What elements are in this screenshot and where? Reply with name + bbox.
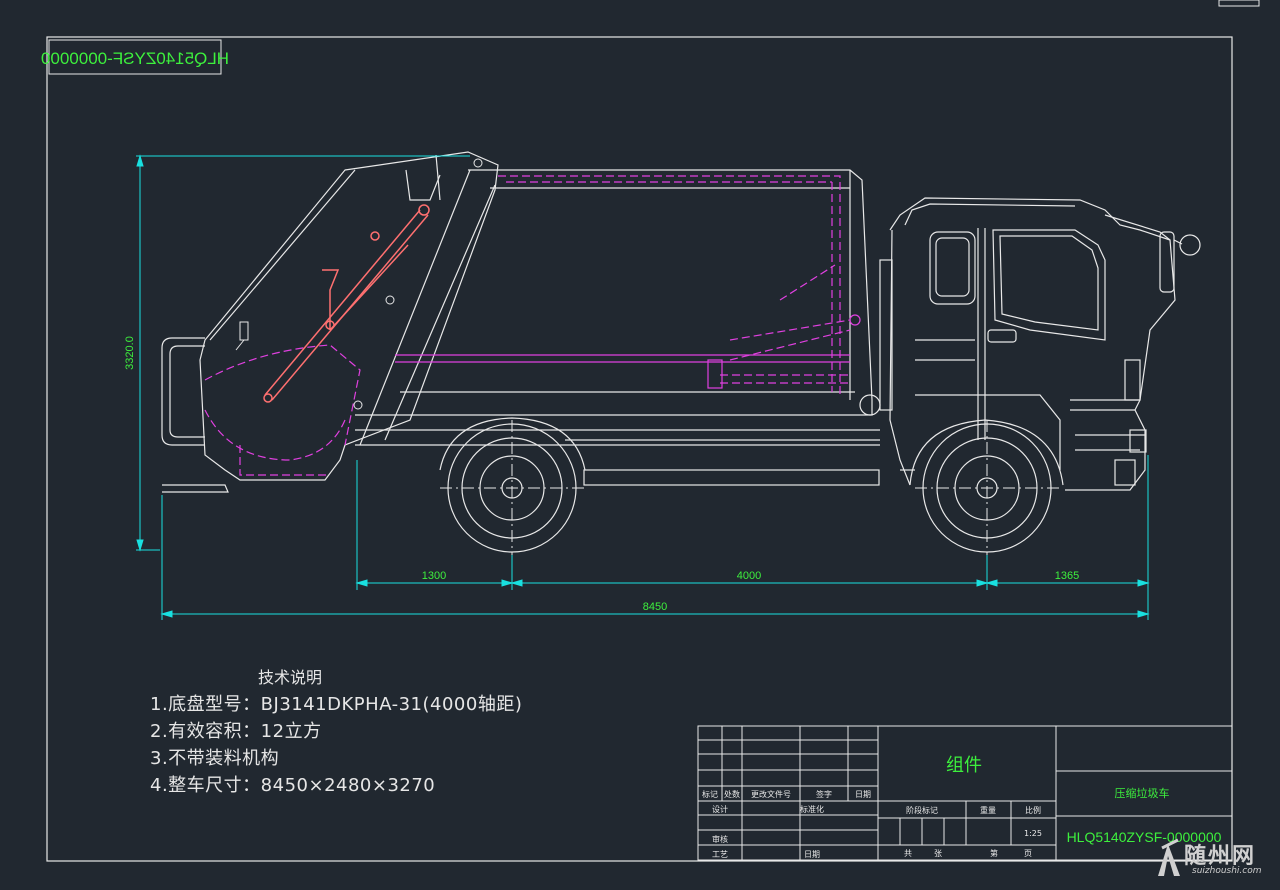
frame-code-text: HLQ5140ZYSF-0000000 [41, 49, 229, 68]
ratio-label: 比例 [1025, 805, 1041, 815]
dim-height: 3320.0 [124, 336, 136, 370]
rev-header-sign: 签字 [816, 789, 832, 799]
watermark-url: suizhoushi.com [1192, 866, 1262, 876]
scale-value: 1:25 [1024, 829, 1042, 838]
watermark-logo-icon [1158, 838, 1180, 876]
total-label: 共 [904, 849, 912, 858]
stage-mark-label: 阶段标记 [906, 805, 938, 815]
design-label: 设计 [712, 804, 728, 814]
dim-wheelbase: 4000 [737, 570, 761, 582]
frame-code-box: HLQ5140ZYSF-0000000 [41, 39, 229, 75]
process-label: 工艺 [712, 850, 728, 859]
hydraulic-cylinders [263, 204, 430, 403]
sheet-label: 张 [934, 849, 942, 858]
page-label: 页 [1024, 849, 1032, 858]
note-item-chassis: 1.底盘型号：BJ3141DKPHA-31(4000轴距) [150, 694, 523, 715]
standardization-label: 标准化 [800, 804, 824, 814]
product-name: 压缩垃圾车 [1115, 786, 1170, 800]
dim-overall-length: 8450 [643, 601, 667, 613]
dimension-lines [136, 154, 1150, 620]
dim-rear-overhang: 1300 [422, 570, 446, 582]
viewport-corner [1218, 0, 1260, 7]
notes-heading: 技术说明 [258, 668, 323, 687]
truck-outline [161, 151, 1201, 493]
note-item-loader: 3.不带装料机构 [150, 748, 280, 769]
dim-front-overhang: 1365 [1055, 570, 1079, 582]
rev-header-doc: 更改文件号 [751, 789, 791, 799]
rev-header-date: 日期 [855, 790, 871, 799]
note-item-size: 4.整车尺寸：8450×2480×3270 [150, 775, 436, 796]
review-label: 审核 [712, 834, 728, 844]
note-item-volume: 2.有效容积：12立方 [150, 721, 322, 742]
date-label: 日期 [804, 850, 820, 859]
cylinder-pins [235, 158, 483, 410]
ejector-plate [395, 314, 861, 389]
assembly-title: 组件 [946, 755, 982, 776]
title-block-values: 组件 压缩垃圾车 HLQ5140ZYSF-0000000 [946, 755, 1222, 845]
weight-label: 重量 [980, 805, 996, 815]
rev-header-count: 处数 [724, 789, 740, 799]
page-of-label: 第 [990, 848, 998, 858]
rev-header-mark: 标记 [702, 789, 718, 799]
dimension-labels: 3320.0 1300 4000 1365 8450 [124, 336, 1079, 613]
title-block-labels: 标记 处数 更改文件号 签字 日期 设计 标准化 审核 工艺 日期 阶段标记 重… [702, 789, 1042, 859]
